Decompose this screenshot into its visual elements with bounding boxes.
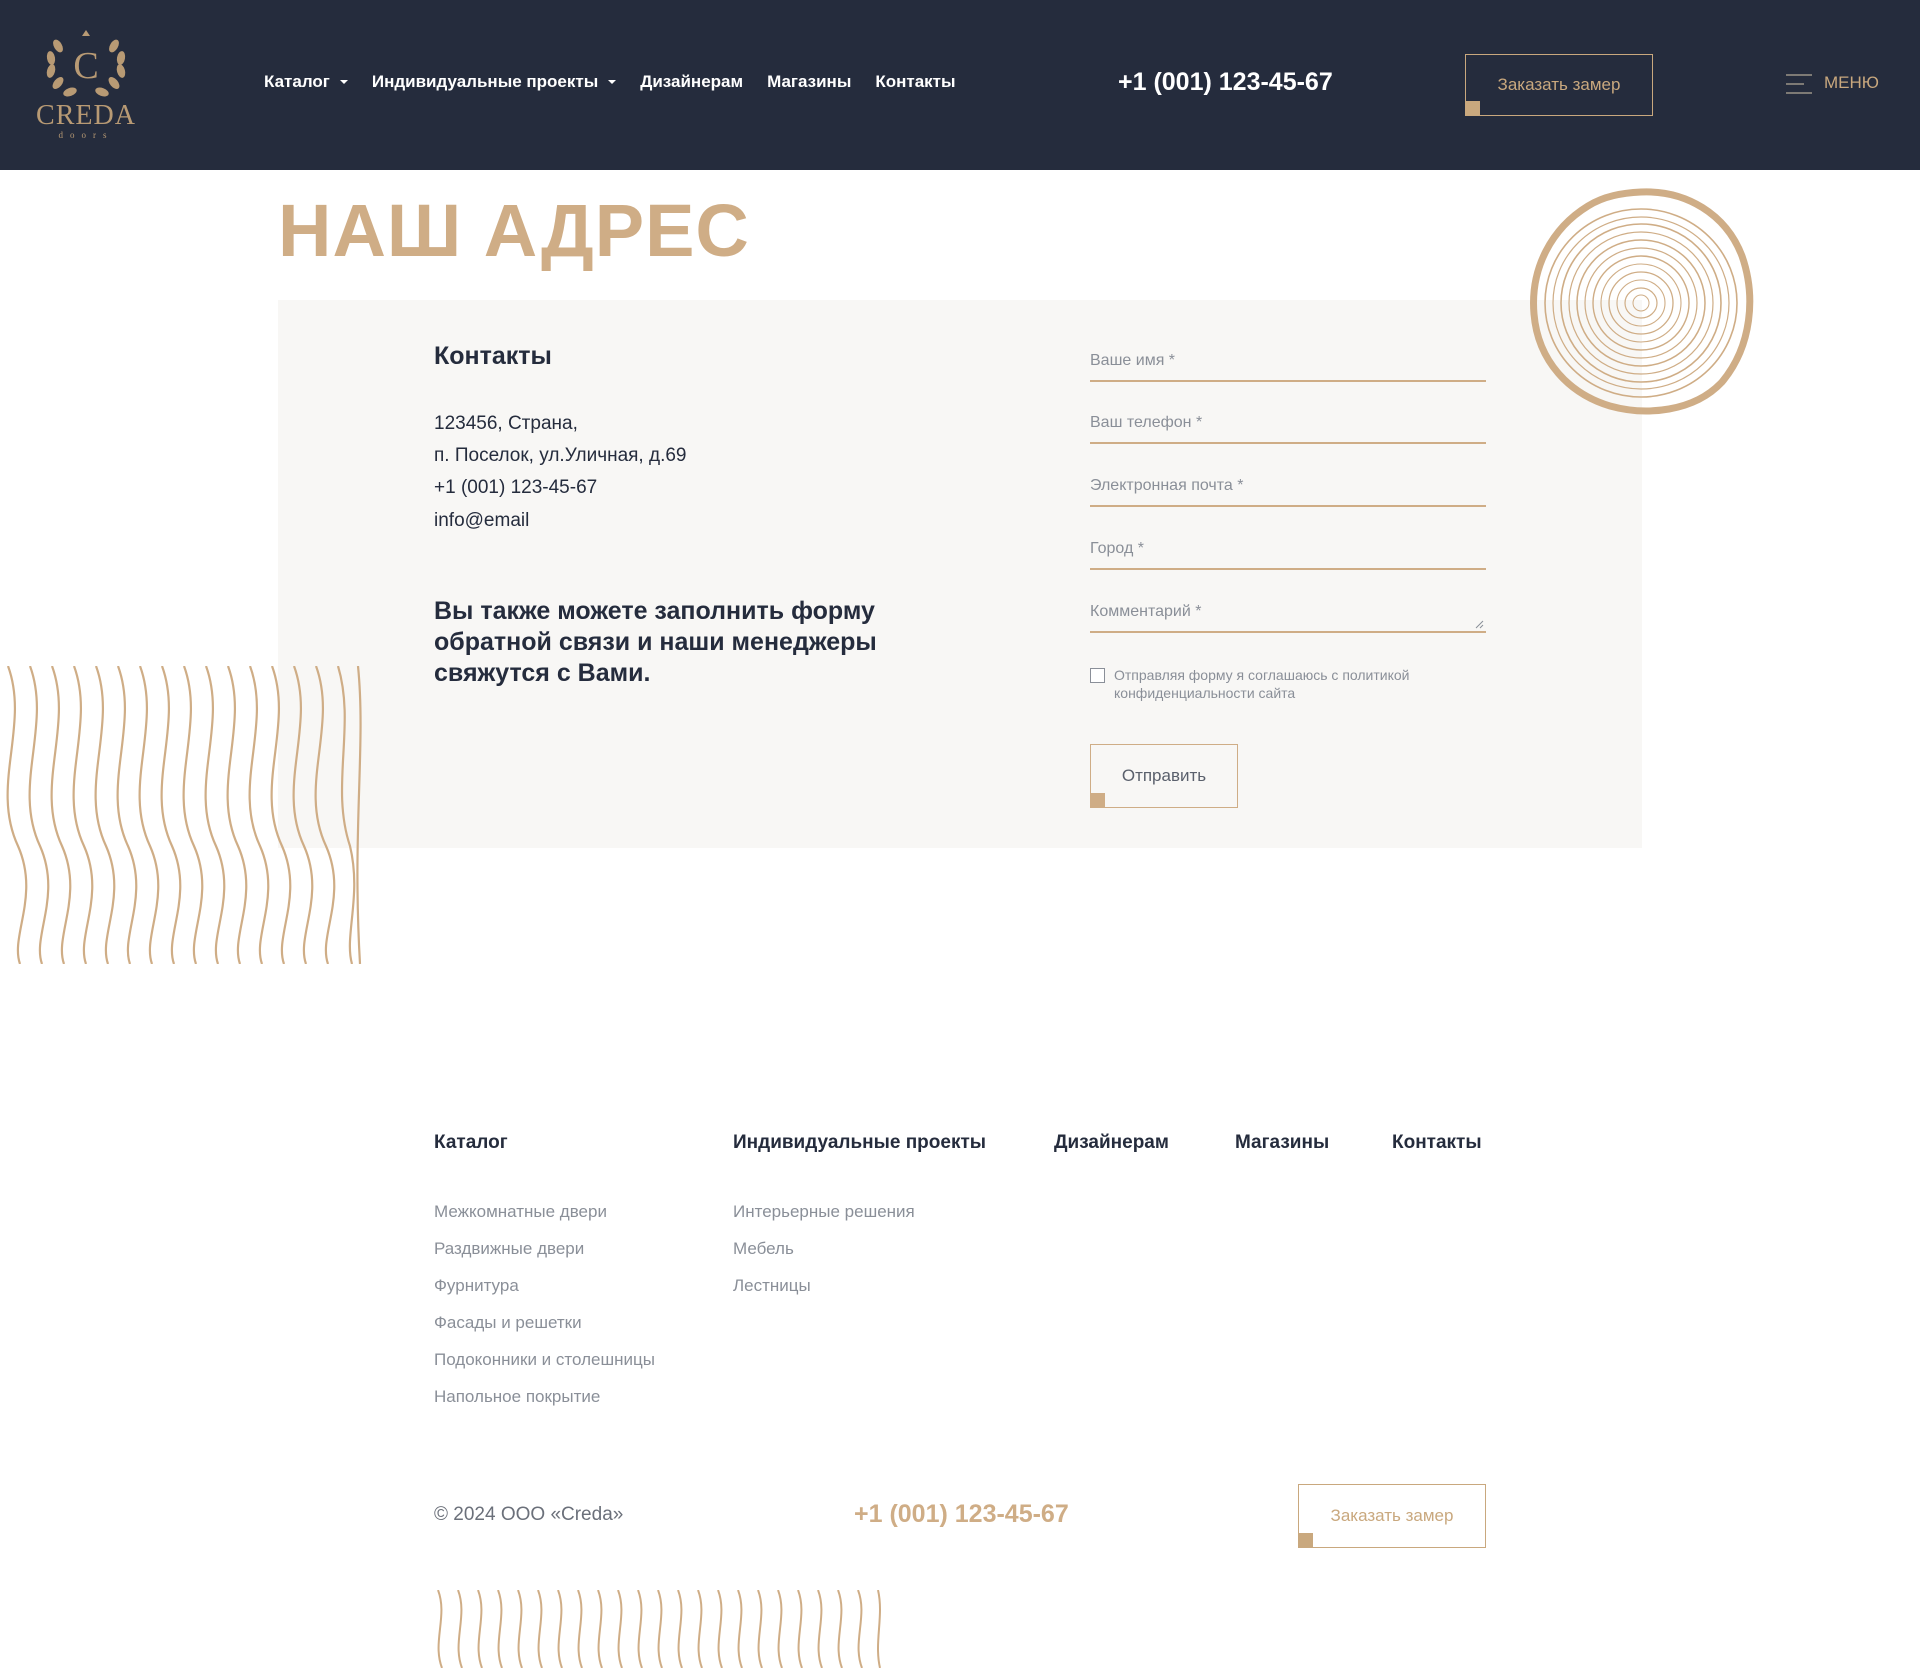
comment-textarea[interactable]: Комментарий * [1090, 597, 1486, 633]
nav-item-contacts[interactable]: Контакты [875, 72, 955, 92]
comment-field-placeholder: Комментарий * [1090, 603, 1202, 620]
phone-field[interactable]: Ваш телефон * [1090, 408, 1486, 444]
phone-field-placeholder: Ваш телефон * [1090, 414, 1203, 431]
resize-handle-icon[interactable] [1475, 620, 1484, 629]
nav-item-designers[interactable]: Дизайнерам [640, 72, 743, 92]
name-field[interactable]: Ваше имя * [1090, 346, 1486, 382]
nav-item-label: Дизайнерам [640, 72, 744, 91]
contacts-panel [278, 300, 1642, 848]
footer-link[interactable]: Мебель [733, 1239, 794, 1259]
privacy-consent-text: Отправляя форму я соглашаюсь с политикой… [1114, 667, 1410, 701]
button-label: Заказать замер [1330, 1506, 1454, 1525]
footer-link[interactable]: Подоконники и столешницы [434, 1350, 655, 1370]
chevron-down-icon [339, 80, 348, 84]
laurel-crest-icon: C [46, 30, 126, 97]
nav-item-stores[interactable]: Магазины [767, 72, 851, 92]
tree-ring-decoration [1530, 188, 1754, 415]
site-header: C CREDA doors Каталог Индивидуальные про… [0, 0, 1920, 170]
corner-accent [1090, 793, 1105, 808]
nav-item-label: Индивидуальные проекты [371, 72, 599, 91]
email-field-placeholder: Электронная почта * [1090, 477, 1244, 494]
footer-heading-catalog[interactable]: Каталог [434, 1132, 508, 1154]
footer-link[interactable]: Фасады и решетки [434, 1313, 582, 1333]
city-field-placeholder: Город * [1090, 540, 1144, 557]
footer-order-measurement-button[interactable]: Заказать замер [1298, 1484, 1486, 1548]
footer-phone-link[interactable]: +1 (001) 123-45-67 [854, 1500, 1069, 1529]
email-field[interactable]: Электронная почта * [1090, 471, 1486, 507]
button-label: Заказать замер [1497, 75, 1621, 94]
wood-grain-decoration-bottom [437, 1590, 881, 1668]
creda-logo[interactable]: C CREDA doors [36, 28, 136, 140]
nav-item-custom-projects[interactable]: Индивидуальные проекты [371, 72, 617, 92]
footer-heading-designers[interactable]: Дизайнерам [1054, 1132, 1169, 1154]
nav-item-label: Каталог [264, 72, 330, 91]
logo-wordmark: CREDA [36, 100, 136, 131]
footer-heading-contacts[interactable]: Контакты [1392, 1132, 1482, 1154]
nav-item-label: Контакты [875, 72, 956, 91]
menu-label: МЕНЮ [1824, 73, 1879, 92]
svg-text:C: C [73, 45, 98, 87]
contacts-heading: Контакты [434, 342, 552, 370]
contact-email[interactable]: info@email [434, 510, 529, 532]
contact-phone[interactable]: +1 (001) 123-45-67 [434, 477, 597, 499]
page-title: НАШ АДРЕС [278, 189, 750, 272]
wood-grain-decoration [6, 666, 362, 964]
footer-link[interactable]: Напольное покрытие [434, 1387, 600, 1407]
copyright-text: © 2024 ООО «Creda» [434, 1504, 624, 1525]
footer-heading-custom-projects[interactable]: Индивидуальные проекты [733, 1132, 986, 1154]
footer-link[interactable]: Раздвижные двери [434, 1239, 584, 1259]
privacy-consent: Отправляя форму я соглашаюсь с политикой… [1090, 666, 1474, 702]
nav-item-label: Магазины [767, 72, 852, 91]
logo-tagline: doors [58, 130, 114, 140]
city-field[interactable]: Город * [1090, 534, 1486, 570]
submit-button[interactable]: Отправить [1090, 744, 1238, 808]
name-field-placeholder: Ваше имя * [1090, 352, 1176, 369]
footer-link[interactable]: Лестницы [733, 1276, 811, 1296]
hamburger-icon [1786, 72, 1812, 94]
chevron-down-icon [608, 80, 617, 84]
button-label: Отправить [1121, 766, 1207, 785]
menu-toggle[interactable]: МЕНЮ [1786, 72, 1879, 94]
address-line-2: п. Поселок, ул.Уличная, д.69 [434, 445, 687, 466]
order-measurement-button[interactable]: Заказать замер [1465, 54, 1653, 116]
footer-link[interactable]: Фурнитура [434, 1276, 519, 1296]
privacy-consent-checkbox[interactable] [1090, 668, 1105, 683]
nav-item-catalog[interactable]: Каталог [264, 72, 348, 92]
footer-link[interactable]: Интерьерные решения [733, 1202, 915, 1222]
footer-heading-stores[interactable]: Магазины [1235, 1132, 1329, 1154]
feedback-invitation-text: Вы также можете заполнить форму обратной… [434, 597, 877, 687]
main-nav: Каталог Индивидуальные проекты Дизайнера… [264, 72, 980, 92]
corner-accent [1465, 101, 1480, 116]
address-line-1: 123456, Страна, [434, 413, 578, 434]
header-phone-link[interactable]: +1 (001) 123-45-67 [1118, 68, 1333, 97]
footer-link[interactable]: Межкомнатные двери [434, 1202, 607, 1222]
corner-accent [1298, 1533, 1313, 1548]
